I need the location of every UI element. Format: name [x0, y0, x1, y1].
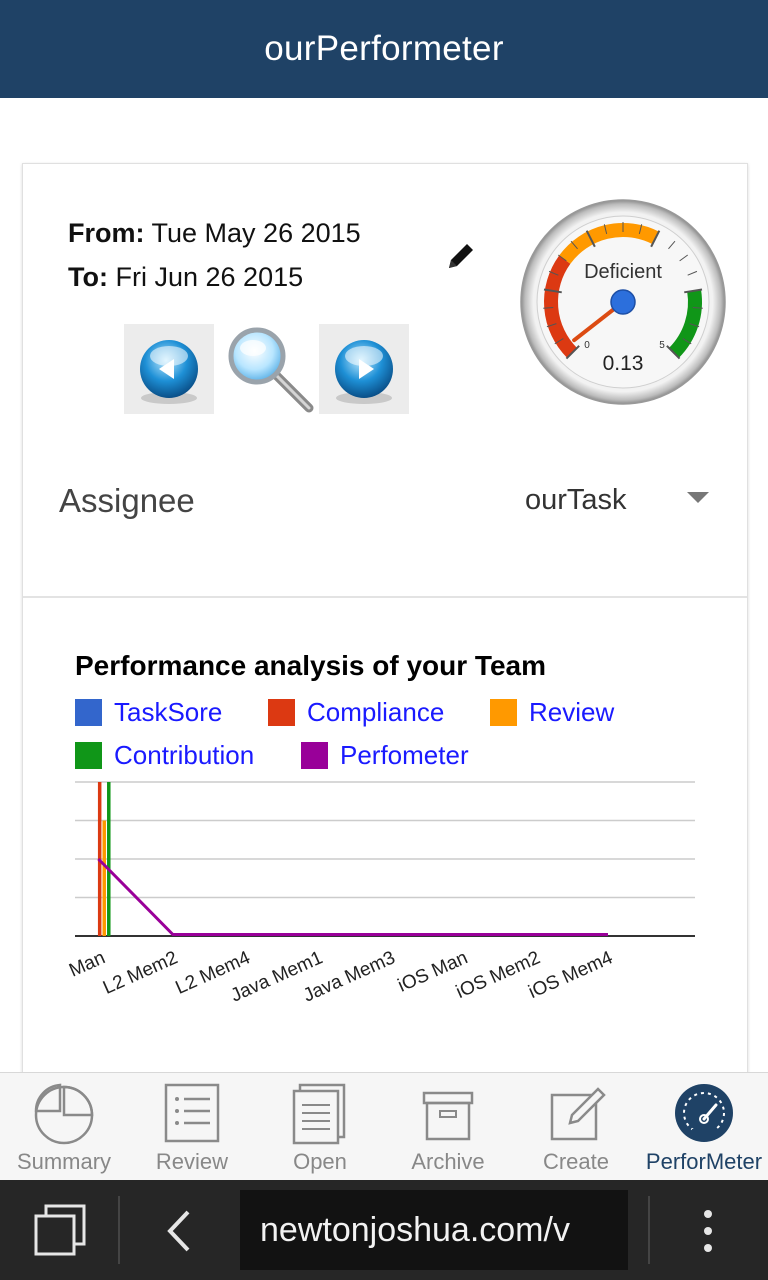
legend-swatch — [268, 699, 295, 726]
archive-box-icon — [422, 1091, 474, 1141]
tab-open[interactable]: Open — [256, 1073, 384, 1181]
back-arrow-icon[interactable] — [160, 1208, 200, 1254]
section-divider — [23, 596, 747, 598]
x-tick-label: Man — [66, 947, 108, 981]
pie-chart-icon — [34, 1083, 94, 1145]
previous-range-button[interactable] — [124, 324, 214, 414]
speedometer-icon — [675, 1084, 733, 1142]
legend-item-compliance[interactable]: Compliance — [268, 697, 444, 728]
to-label: To: — [68, 262, 108, 292]
tab-label: Archive — [411, 1149, 485, 1174]
chart-bar-contribution — [107, 782, 111, 936]
chart-bar-review — [102, 820, 106, 936]
url-bar[interactable]: newtonjoshua.com/v — [240, 1190, 628, 1270]
performance-chart: ManL2 Mem2L2 Mem4Java Mem1Java Mem3iOS M… — [66, 781, 695, 1007]
tab-label: PerforMeter — [645, 1149, 763, 1174]
tab-archive[interactable]: Archive — [384, 1073, 512, 1181]
arrow-left-icon — [140, 340, 198, 404]
legend-swatch — [75, 699, 102, 726]
bottom-tab-bar: Summary Review Open Archive Create Perfo… — [0, 1072, 768, 1181]
perfometer-gauge: Deficient 0 5 0.13 — [520, 199, 726, 405]
legend-item-tasksore[interactable]: TaskSore — [75, 697, 222, 728]
dropdown-arrow-icon[interactable] — [687, 492, 709, 503]
legend-label: Compliance — [307, 697, 445, 727]
tab-label: Create — [542, 1149, 610, 1174]
tab-performeter[interactable]: PerforMeter — [640, 1073, 768, 1181]
overflow-menu-icon[interactable] — [696, 1208, 720, 1254]
arrow-right-icon — [335, 340, 393, 404]
to-date: To: Fri Jun 26 2015 — [68, 262, 303, 293]
tab-label: Open — [293, 1149, 347, 1174]
assignee-label: Assignee — [59, 482, 195, 519]
toolbar-separator — [118, 1196, 120, 1264]
tab-create[interactable]: Create — [512, 1073, 640, 1181]
tab-summary[interactable]: Summary — [0, 1073, 128, 1181]
tab-label: Review — [155, 1149, 229, 1174]
legend-label: TaskSore — [114, 697, 223, 727]
document-icon — [292, 1083, 346, 1145]
legend-label: Review — [529, 697, 615, 727]
gauge-label: Deficient — [584, 261, 662, 283]
from-value: Tue May 26 2015 — [151, 218, 361, 248]
app-header: ourPerformeter — [0, 0, 768, 98]
assignee-select[interactable]: ourTask — [525, 484, 627, 517]
gauge-hub — [610, 289, 636, 315]
toolbar-separator — [648, 1196, 650, 1264]
legend-swatch — [490, 699, 517, 726]
magnifier-search-icon[interactable] — [223, 326, 319, 416]
from-label: From: — [68, 218, 145, 248]
legend-item-review[interactable]: Review — [490, 697, 614, 728]
performance-card: From: Tue May 26 2015 To: Fri Jun 26 201… — [22, 163, 748, 1075]
list-icon — [164, 1083, 220, 1143]
gauge-min: 0 — [584, 340, 590, 351]
tab-label: Summary — [16, 1149, 112, 1174]
x-tick-label: L2 Mem2 — [100, 947, 181, 998]
browser-toolbar: newtonjoshua.com/v — [0, 1180, 768, 1280]
edit-square-icon — [550, 1087, 606, 1141]
from-date: From: Tue May 26 2015 — [68, 218, 361, 249]
gauge-max: 5 — [659, 340, 665, 351]
gauge-value: 0.13 — [603, 352, 644, 375]
chart-title: Performance analysis of your Team — [75, 650, 546, 681]
app-title: ourPerformeter — [264, 29, 504, 68]
next-range-button[interactable] — [319, 324, 409, 414]
x-tick-label: iOS Mem4 — [525, 947, 616, 1003]
pencil-edit-icon[interactable] — [441, 238, 481, 278]
tab-review[interactable]: Review — [128, 1073, 256, 1181]
to-value: Fri Jun 26 2015 — [115, 262, 304, 292]
tabs-switcher-icon[interactable] — [32, 1202, 90, 1260]
